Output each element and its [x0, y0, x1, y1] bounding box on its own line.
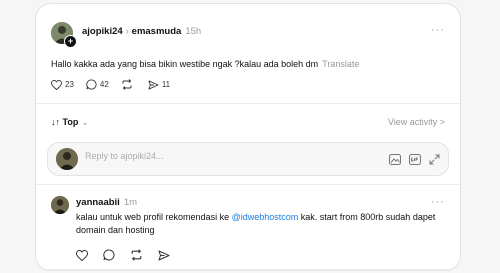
- comment-icon: [86, 79, 97, 90]
- chevron-right-icon: ›: [125, 26, 129, 36]
- image-icon[interactable]: [389, 152, 401, 170]
- share-icon[interactable]: [158, 248, 170, 266]
- reply-author-avatar[interactable]: [51, 196, 69, 214]
- reply-header: yannaabii 1m: [76, 197, 137, 208]
- reply-to-username[interactable]: emasmuda: [132, 26, 182, 37]
- heart-icon[interactable]: [75, 248, 89, 266]
- reply-author-username[interactable]: yannaabii: [76, 197, 120, 208]
- reply-time: 1m: [123, 197, 138, 208]
- post-header: ajopiki24 › emasmuda 15h: [82, 26, 201, 37]
- reply-text-before: kalau untuk web profil rekomendasi ke: [76, 212, 232, 222]
- reply-text: kalau untuk web profil rekomendasi ke @i…: [76, 211, 436, 237]
- current-user-avatar: [56, 148, 78, 170]
- heart-icon: [51, 79, 62, 90]
- view-activity-link[interactable]: View activity >: [388, 117, 445, 127]
- thread-card: + ajopiki24 › emasmuda 15h ··· Hallo kakka …: [35, 3, 461, 271]
- reply-box[interactable]: [47, 142, 449, 176]
- divider: [36, 184, 460, 185]
- repost-button[interactable]: [121, 79, 136, 90]
- comment-icon[interactable]: [103, 248, 115, 266]
- share-button[interactable]: 11: [148, 79, 171, 90]
- chevron-down-icon: ⌄: [81, 117, 89, 127]
- follow-badge[interactable]: +: [64, 35, 77, 48]
- post-text: Hallo kakka ada yang bisa bikin westibe …: [51, 59, 359, 69]
- comment-count: 42: [99, 80, 109, 89]
- share-icon: [148, 79, 159, 90]
- repost-icon[interactable]: [130, 248, 143, 266]
- reply-box-tools: [381, 152, 440, 170]
- reply-actions: [75, 248, 185, 266]
- author-username[interactable]: ajopiki24: [82, 26, 123, 37]
- post-body: Hallo kakka ada yang bisa bikin westibe …: [51, 59, 319, 69]
- post-time: 15h: [185, 26, 202, 37]
- repost-icon: [122, 79, 132, 90]
- sort-label: Top: [62, 117, 79, 127]
- divider: [36, 103, 460, 104]
- comment-button[interactable]: 42: [86, 79, 109, 90]
- sort-dropdown[interactable]: ↓↑ Top ⌄: [51, 117, 89, 128]
- post-actions: 23 42 11: [51, 79, 182, 90]
- like-count: 23: [65, 80, 74, 89]
- divider: [36, 269, 460, 270]
- like-button[interactable]: 23: [51, 79, 74, 90]
- more-options-icon[interactable]: ···: [431, 196, 445, 208]
- translate-link[interactable]: Translate: [322, 59, 359, 69]
- expand-icon[interactable]: [429, 152, 440, 170]
- gif-icon[interactable]: [409, 152, 421, 170]
- sort-arrows-icon: ↓↑: [51, 117, 60, 127]
- mention-link[interactable]: @idwebhostcom: [232, 212, 299, 222]
- more-options-icon[interactable]: ···: [431, 24, 445, 36]
- share-count: 11: [161, 80, 171, 89]
- reply-input[interactable]: [85, 151, 325, 161]
